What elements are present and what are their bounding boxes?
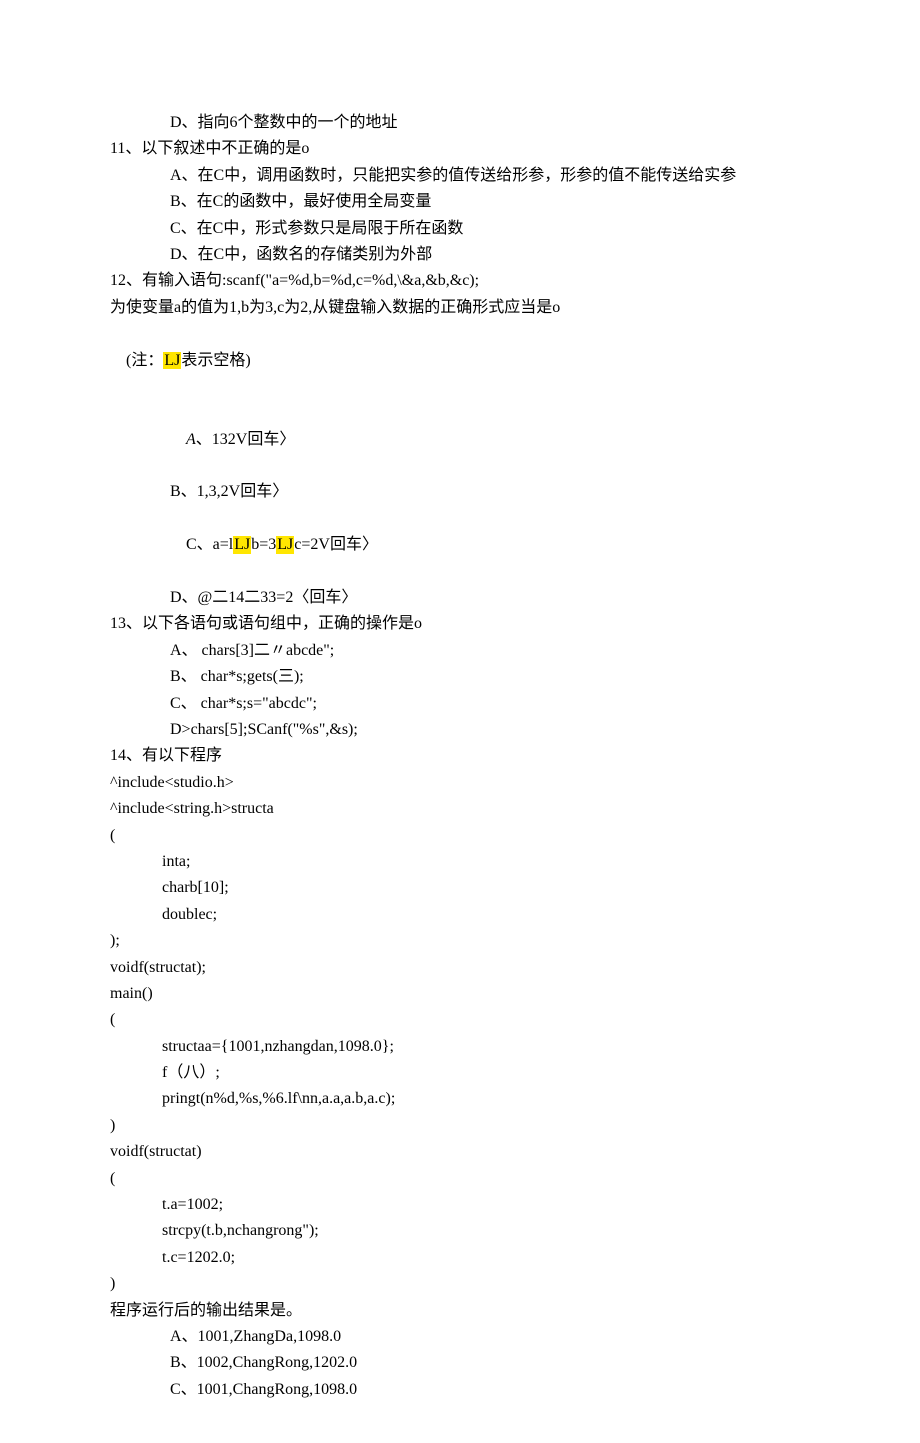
- code-line: doublec;: [110, 902, 810, 928]
- code-line: (: [110, 1007, 810, 1033]
- q14-option-c: C、1001,ChangRong,1098.0: [110, 1377, 810, 1403]
- code-line: voidf(structat);: [110, 955, 810, 981]
- q14-option-b: B、1002,ChangRong,1202.0: [110, 1350, 810, 1376]
- q12-option-a-letter: A: [186, 431, 196, 448]
- q12-option-a-text: 、132V回车〉: [196, 431, 296, 448]
- q12-desc: 为使变量a的值为1,b为3,c为2,从键盘输入数据的正确形式应当是o: [110, 295, 810, 321]
- q12-option-b: B、1,3,2V回车〉: [110, 479, 810, 505]
- highlight-space-mark-3: LJ: [276, 536, 294, 554]
- code-line: structaa={1001,nzhangdan,1098.0};: [110, 1034, 810, 1060]
- q11-option-d: D、在C中，函数名的存储类别为外部: [110, 242, 810, 268]
- code-line: inta;: [110, 849, 810, 875]
- q12-option-c: C、a=lLJb=3LJc=2V回车〉: [110, 506, 810, 585]
- q12-option-d: D、@二14二33=2〈回车〉: [110, 585, 810, 611]
- code-line: charb[10];: [110, 875, 810, 901]
- code-line: main(): [110, 981, 810, 1007]
- q14-stem: 14、有以下程序: [110, 743, 810, 769]
- code-line: );: [110, 928, 810, 954]
- q11-option-c: C、在C中，形式参数只是局限于所在函数: [110, 216, 810, 242]
- q11-stem: 11、以下叙述中不正确的是o: [110, 136, 810, 162]
- q12-note: (注：LJ表示空格): [110, 321, 810, 400]
- q14-option-a: A、1001,ZhangDa,1098.0: [110, 1324, 810, 1350]
- code-line: t.c=1202.0;: [110, 1245, 810, 1271]
- q12-option-a: A、132V回车〉: [110, 400, 810, 479]
- q14-result-stem: 程序运行后的输出结果是。: [110, 1298, 810, 1324]
- q13-option-d: D>chars[5];SCanf("%s",&s);: [110, 717, 810, 743]
- code-line: strcpy(t.b,nchangrong");: [110, 1218, 810, 1244]
- q12-note-a: (注：: [126, 352, 163, 369]
- highlight-space-mark-2: LJ: [233, 536, 251, 554]
- code-line: (: [110, 1166, 810, 1192]
- q13-option-a: A、 chars[3]二〃abcde";: [110, 638, 810, 664]
- q13-option-c: C、 char*s;s="abcdc";: [110, 691, 810, 717]
- code-line: (: [110, 823, 810, 849]
- code-line: ^include<string.h>structa: [110, 796, 810, 822]
- document-page: D、指向6个整数中的一个的地址 11、以下叙述中不正确的是o A、在C中，调用函…: [0, 0, 920, 1443]
- q11-option-b: B、在C的函数中，最好使用全局变量: [110, 189, 810, 215]
- q12-stem: 12、有输入语句:scanf("a=%d,b=%d,c=%d,\&a,&b,&c…: [110, 268, 810, 294]
- q13-stem: 13、以下各语句或语句组中，正确的操作是o: [110, 611, 810, 637]
- code-line: f（八）;: [110, 1060, 810, 1086]
- code-line: t.a=1002;: [110, 1192, 810, 1218]
- code-line: ^include<studio.h>: [110, 770, 810, 796]
- code-line: voidf(structat): [110, 1139, 810, 1165]
- code-line: ): [110, 1113, 810, 1139]
- q12-note-b: 表示空格): [181, 352, 250, 369]
- code-line: ): [110, 1271, 810, 1297]
- q12-option-c-b: b=3: [251, 536, 276, 553]
- highlight-space-mark: LJ: [163, 352, 181, 370]
- q12-option-c-a: C、a=l: [186, 536, 233, 553]
- q10-option-d: D、指向6个整数中的一个的地址: [110, 110, 810, 136]
- code-line: pringt(n%d,%s,%6.lf\nn,a.a,a.b,a.c);: [110, 1086, 810, 1112]
- q12-option-c-c: c=2V回车〉: [294, 536, 378, 553]
- q13-option-b: B、 char*s;gets(三);: [110, 664, 810, 690]
- q11-option-a: A、在C中，调用函数时，只能把实参的值传送给形参，形参的值不能传送给实参: [110, 163, 810, 189]
